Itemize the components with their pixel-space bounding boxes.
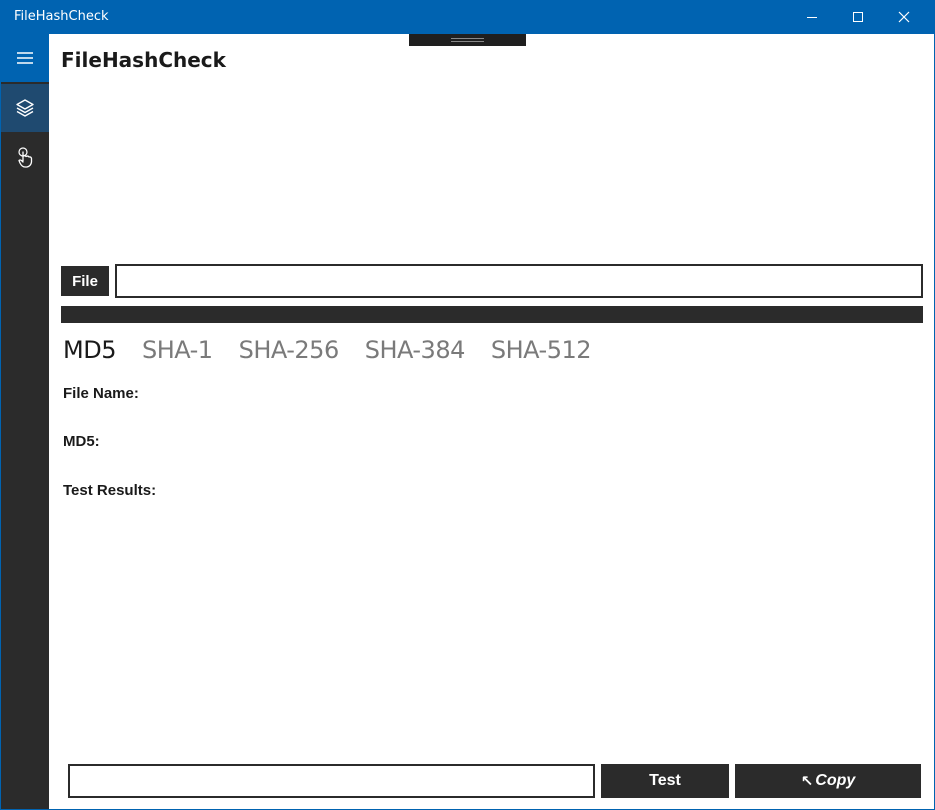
tab-sha384[interactable]: SHA-384 <box>365 336 466 364</box>
close-icon <box>898 11 910 23</box>
title-bar[interactable]: FileHashCheck <box>0 0 935 34</box>
window-title: FileHashCheck <box>14 9 109 24</box>
test-results-label: Test Results: <box>63 482 157 499</box>
tab-sha512[interactable]: SHA-512 <box>491 336 592 364</box>
hash-label: MD5: <box>63 433 100 450</box>
hamburger-menu-button[interactable] <box>1 34 49 82</box>
tab-sha1[interactable]: SHA-1 <box>142 336 213 364</box>
grip-icon <box>451 38 484 42</box>
copy-arrow-icon: ↖ <box>800 773 814 790</box>
hamburger-menu-icon <box>17 52 33 64</box>
sidebar-item-touch[interactable] <box>1 134 49 182</box>
minimize-icon <box>807 16 817 18</box>
main-content: FileHashCheck File MD5 SHA-1 SHA-256 SHA… <box>49 34 934 809</box>
minimize-button[interactable] <box>789 0 835 34</box>
close-button[interactable] <box>881 0 927 34</box>
drag-handle[interactable] <box>409 34 526 46</box>
app-window: FileHashCheck FileHashCheck File MD5 SHA… <box>0 0 935 810</box>
hash-progress-bar <box>61 306 923 323</box>
sidebar-item-hash[interactable] <box>1 84 49 132</box>
compare-hash-input[interactable] <box>68 764 595 798</box>
file-browse-button[interactable]: File <box>61 266 109 296</box>
copy-button[interactable]: ↖ Copy <box>735 764 921 798</box>
page-title: FileHashCheck <box>61 48 226 72</box>
test-button[interactable]: Test <box>601 764 729 798</box>
file-path-input[interactable] <box>115 264 923 298</box>
touch-hand-icon <box>18 147 33 168</box>
navigation-sidebar <box>1 34 49 809</box>
tab-md5[interactable]: MD5 <box>63 336 116 364</box>
copy-button-label: Copy <box>815 772 856 789</box>
file-name-label: File Name: <box>63 385 139 402</box>
maximize-icon <box>853 12 863 22</box>
maximize-button[interactable] <box>835 0 881 34</box>
hash-algorithm-tabs: MD5 SHA-1 SHA-256 SHA-384 SHA-512 <box>63 336 617 364</box>
layers-icon <box>16 99 34 117</box>
tab-sha256[interactable]: SHA-256 <box>239 336 340 364</box>
